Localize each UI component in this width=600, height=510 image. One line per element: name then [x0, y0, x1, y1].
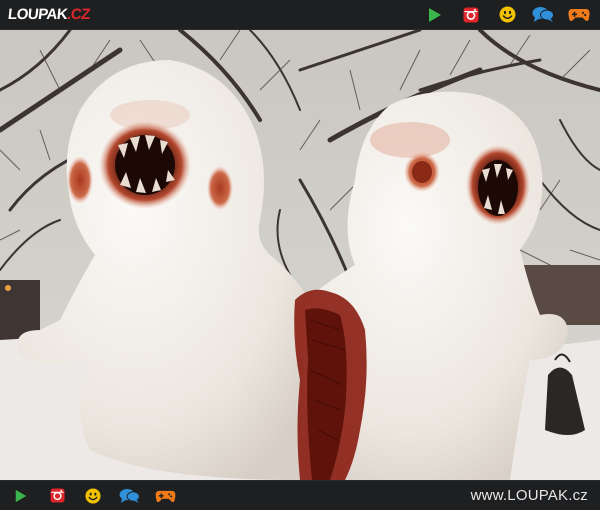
- instagram-icon[interactable]: [46, 485, 68, 507]
- bottom-icon-group: [10, 485, 176, 507]
- top-icon-group: [424, 4, 590, 26]
- gamepad-icon[interactable]: [154, 485, 176, 507]
- logo-tld: CZ: [70, 6, 91, 23]
- site-logo[interactable]: LOUPAK. CZ: [7, 6, 91, 23]
- smiley-icon[interactable]: [82, 485, 104, 507]
- logo-text: LOUPAK: [7, 6, 69, 23]
- site-url-link[interactable]: www.LOUPAK.cz: [471, 487, 588, 504]
- photo-snow-monsters: [0, 30, 600, 480]
- play-icon[interactable]: [10, 485, 32, 507]
- bottom-bar: www.LOUPAK.cz: [0, 480, 600, 510]
- chat-icon[interactable]: [118, 485, 140, 507]
- play-icon[interactable]: [424, 4, 446, 26]
- gamepad-icon[interactable]: [568, 4, 590, 26]
- top-bar: LOUPAK. CZ: [0, 0, 600, 30]
- instagram-icon[interactable]: [460, 4, 482, 26]
- chat-icon[interactable]: [532, 4, 554, 26]
- smiley-icon[interactable]: [496, 4, 518, 26]
